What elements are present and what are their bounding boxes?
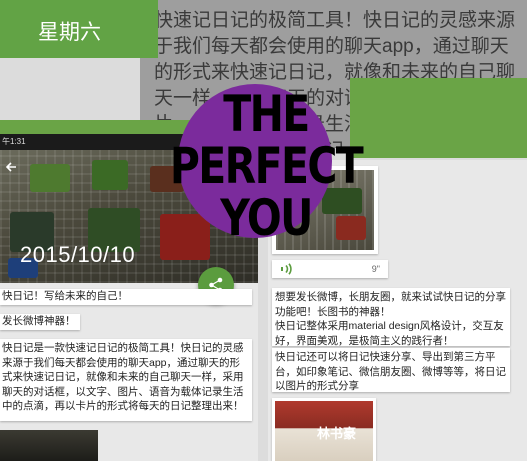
photo-card-2[interactable]: 林书豪 bbox=[272, 398, 376, 461]
shop-sign: 林书豪 bbox=[317, 426, 357, 441]
tagline-line-1: THE bbox=[223, 85, 310, 143]
audio-wave-icon bbox=[281, 263, 292, 275]
diary-card-5[interactable]: 快日记还可以将日记快速分享、导出到第三方平台，如印象笔记、微信朋友圈、微博等等，… bbox=[272, 348, 510, 392]
hero-date: 2015/10/10 bbox=[20, 242, 136, 267]
photo-image-2: 林书豪 bbox=[275, 401, 373, 461]
tagline-line-3: YOU bbox=[220, 189, 313, 247]
green-band-right bbox=[350, 78, 527, 158]
diary-card-4[interactable]: 想要发长微博，长朋友圈，就来试试快日记的分享功能吧！长图书的神器！ 快日记整体采… bbox=[272, 288, 510, 347]
diary-card-4-text: 想要发长微博，长朋友圈，就来试试快日记的分享功能吧！长图书的神器！ 快日记整体采… bbox=[275, 291, 506, 347]
day-title: 星期六 bbox=[38, 21, 101, 44]
audio-card[interactable]: 9" bbox=[272, 260, 388, 278]
diary-card-3[interactable]: 快日记是一款快速记日记的极简工具！快日记的灵感来源于我们每天都会使用的聊天app… bbox=[0, 339, 252, 421]
diary-image-thumb[interactable] bbox=[0, 430, 98, 461]
diary-card-2[interactable]: 发长微博神器！ bbox=[0, 314, 80, 330]
tagline-line-2: PERFECT bbox=[169, 137, 364, 195]
back-arrow-icon[interactable] bbox=[4, 160, 18, 174]
diary-card-1[interactable]: 快日记！写给未来的自己！ bbox=[0, 289, 252, 305]
tagline: THE PERFECT YOU bbox=[159, 88, 372, 244]
day-header: 星期六 bbox=[0, 0, 158, 58]
audio-duration: 9" bbox=[371, 264, 380, 274]
